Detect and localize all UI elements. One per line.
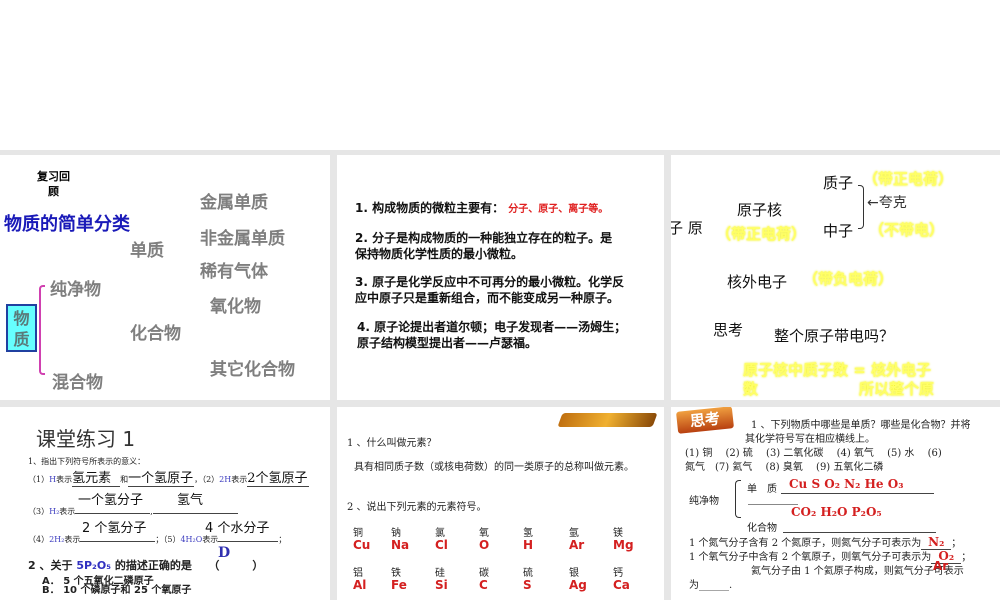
- compound-underline: [783, 532, 936, 533]
- simple-substance-label: 单质: [130, 241, 164, 261]
- oxide-label: 氧化物: [210, 297, 261, 317]
- neutron-label: 中子: [823, 222, 854, 240]
- point-1: 1. 构成物质的微粒主要有： 分子、原子、离子等。: [355, 201, 609, 215]
- answer-line-2b: 所以整个原: [859, 380, 935, 398]
- slide-1-classification[interactable]: 复习回顾 物质的简单分类 金属单质 非金属单质 单质 稀有气体 纯净物 氧化物 …: [0, 155, 330, 400]
- point-3: 3. 原子是化学反应中不可再分的最小微粒。化学反 应中原子只是重新组合，而不能变成…: [355, 275, 625, 305]
- answer-1: 具有相同质子数（或核电荷数）的同一类原子的总称叫做元素。: [354, 462, 634, 473]
- line-1: （1）H表示氢元素 和一个氢原子，（2）2H表示2个氢原子: [28, 467, 310, 487]
- element-name: 硅: [435, 568, 445, 579]
- nonmetal-label: 非金属单质: [200, 229, 285, 249]
- think-label: 思考: [713, 321, 744, 339]
- pure-label: 纯净物: [689, 496, 719, 507]
- element-symbol: Na: [391, 538, 410, 552]
- brace: [735, 480, 741, 518]
- option-b: B． 10 个磷原子和 25 个氧原子: [42, 585, 192, 596]
- electron-label: 核外电子: [727, 273, 788, 291]
- question-2: 2 、关于 5P₂O₅ 的描述正确的是 （ ）: [28, 559, 264, 572]
- bracket: [39, 285, 45, 375]
- atom-label: 子 原: [671, 219, 703, 237]
- proton-label: 质子: [823, 174, 854, 192]
- slide-title: 物质的简单分类: [4, 214, 130, 235]
- question-2: 2 、说出下列元素的元素符号。: [347, 502, 487, 513]
- element-symbol: Si: [435, 578, 448, 592]
- pure-substance-label: 纯净物: [50, 280, 101, 300]
- noble-gas-label: 稀有气体: [200, 262, 268, 282]
- review-label: 复习回顾: [37, 170, 70, 198]
- question-1: 1 、什么叫做元素？: [347, 438, 437, 449]
- element-symbol: H: [523, 538, 534, 552]
- compound-label: 化合物: [130, 324, 181, 344]
- mixture-label: 混合物: [52, 373, 103, 393]
- element-name: 铝: [353, 568, 363, 579]
- statement-end: 为______.: [689, 580, 733, 591]
- slide-3-atom-structure[interactable]: 子 原 原子核 （带正电荷） 质子 （带正电荷） ←夸克 中子 （不带电） 核外…: [671, 155, 1000, 400]
- element-name: 碳: [479, 568, 489, 579]
- simple-label: 单 质: [747, 484, 777, 495]
- slide-2-particles[interactable]: 1. 构成物质的微粒主要有： 分子、原子、离子等。 2. 分子是构成物质的一种能…: [337, 155, 664, 400]
- line-4: （4）2H₂表示 ；（5）4H₂O表示；: [28, 535, 287, 544]
- neutron-charge: （不带电）: [869, 221, 945, 239]
- element-name: 铜: [353, 528, 363, 539]
- element-symbol: C: [479, 578, 488, 592]
- element-name: 氢: [523, 528, 533, 539]
- think-badge: 思考: [676, 407, 734, 434]
- question-1: 1 、下列物质中哪些是单质？哪些是化合物？并将 其化学符号写在相应横线上。: [745, 420, 971, 445]
- matter-box: 物质: [6, 304, 37, 352]
- substance-list: (1) 铜 (2) 硫 (3) 二氧化碳 (4) 氧气 (5) 水 (6) 氮气 …: [685, 448, 942, 473]
- nucleus-label: 原子核: [737, 201, 783, 219]
- statement-he: 氦气分子由 1 个氦原子构成，则氦气分子可表示: [751, 566, 964, 577]
- element-symbol: Al: [353, 578, 367, 592]
- element-name: 镁: [613, 528, 623, 539]
- element-symbol: Mg: [613, 538, 634, 552]
- element-name: 银: [569, 568, 579, 579]
- element-symbol: S: [523, 578, 532, 592]
- answer-line-1: 原子核中质子数 = 核外电子: [743, 361, 932, 379]
- element-name: 氯: [435, 528, 445, 539]
- quark-label: ←夸克: [867, 195, 907, 211]
- line-3: （3）H₂表示,: [28, 506, 238, 517]
- simple-underline: [781, 493, 934, 494]
- question-text: 整个原子带电吗？: [774, 327, 895, 345]
- electron-charge: （带负电荷）: [803, 270, 894, 288]
- nucleus-charge: （带正电荷）: [716, 225, 807, 243]
- element-symbol: O: [479, 538, 490, 552]
- decoration-banner: [557, 413, 658, 427]
- proton-charge: （带正电荷）: [863, 170, 954, 188]
- slide-4-exercise[interactable]: 课堂练习 1 1、指出下列符号所表示的意义： （1）H表示氢元素 和一个氢原子，（…: [0, 407, 330, 600]
- compound-label: 化合物: [747, 523, 777, 534]
- question-1: 1、指出下列符号所表示的意义：: [28, 457, 146, 466]
- element-symbol: Cl: [435, 538, 448, 552]
- slide-6-think[interactable]: 思考 1 、下列物质中哪些是单质？哪些是化合物？并将 其化学符号写在相应横线上。 …: [671, 407, 1000, 600]
- element-name: 硫: [523, 568, 533, 579]
- element-name: 氧: [479, 528, 489, 539]
- slide-5-elements[interactable]: 1 、什么叫做元素？ 具有相同质子数（或核电荷数）的同一类原子的总称叫做元素。 …: [337, 407, 664, 600]
- other-compound-label: 其它化合物: [210, 360, 295, 380]
- point-2: 2. 分子是构成物质的一种能独立存在的粒子。是 保持物质化学性质的最小微粒。: [355, 231, 613, 261]
- element-symbol: Ca: [613, 578, 630, 592]
- element-symbol: Cu: [353, 538, 371, 552]
- point-4: 4. 原子论提出者道尔顿；电子发现者——汤姆生； 原子结构模型提出者——卢瑟福。: [357, 320, 627, 350]
- brace: [858, 185, 864, 229]
- element-name: 钙: [613, 568, 623, 579]
- simple-answer: Cu S O₂ N₂ He O₃: [789, 477, 904, 491]
- element-symbol: Fe: [391, 578, 407, 592]
- exercise-title: 课堂练习 1: [36, 427, 136, 451]
- metal-label: 金属单质: [200, 193, 268, 213]
- element-symbol: Ar: [569, 538, 585, 552]
- answer-ar: Ar: [933, 559, 949, 573]
- element-symbol: Ag: [569, 578, 587, 592]
- element-name: 氩: [569, 528, 579, 539]
- answer-text: 分子、原子、离子等。: [508, 204, 609, 215]
- element-name: 铁: [391, 568, 401, 579]
- compound-answer: CO₂ H₂O P₂O₅: [791, 505, 882, 519]
- answer-line-2a: 数: [743, 380, 759, 398]
- element-name: 钠: [391, 528, 401, 539]
